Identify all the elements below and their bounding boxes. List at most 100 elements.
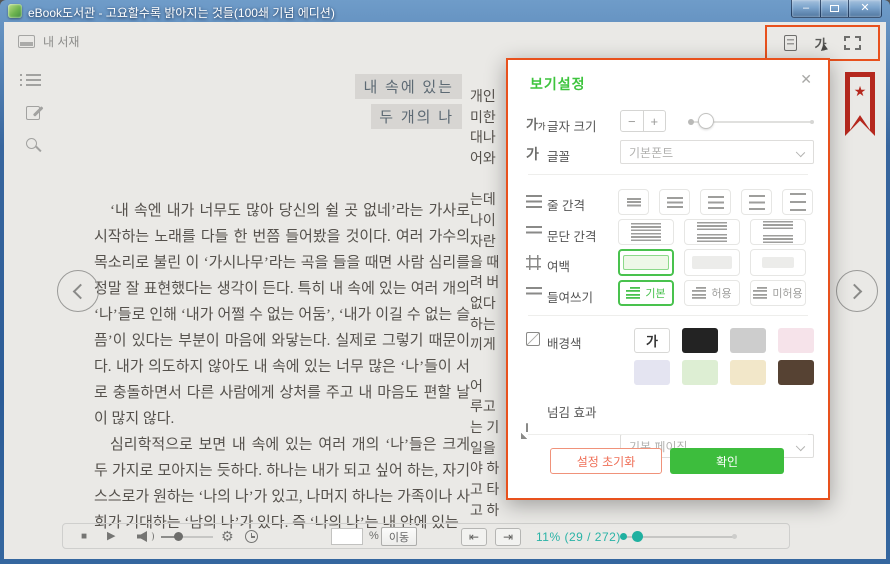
font-size-decrease-button[interactable]: −	[621, 111, 644, 131]
reset-settings-button[interactable]: 설정 초기화	[550, 448, 662, 474]
bg-swatch-black[interactable]	[682, 328, 718, 353]
jump-to-start-button[interactable]: ⇤	[461, 528, 487, 546]
confirm-button[interactable]: 확인	[670, 448, 784, 474]
clipped-text-line: 미한	[470, 109, 507, 130]
line-spacing-option-4[interactable]	[741, 189, 772, 215]
clipped-text-line: 어와	[470, 150, 507, 171]
margin-option-3[interactable]	[750, 249, 806, 276]
indent-label: 들여쓰기	[547, 287, 593, 306]
indent-option-allow[interactable]: 허용	[684, 280, 740, 306]
window-title: eBook도서관 - 고요할수록 밝아지는 것들(100쇄 기념 에디션)	[28, 4, 335, 21]
clipped-text-line: 자란	[470, 233, 507, 254]
tts-play-button[interactable]: ▶	[107, 529, 115, 542]
fullscreen-icon[interactable]	[844, 36, 861, 50]
annotation-icon[interactable]	[26, 106, 40, 120]
paragraph-spacing-glyph	[763, 221, 793, 243]
indent-option-default-selected[interactable]: 기본	[618, 280, 674, 306]
line-spacing-options	[618, 189, 824, 215]
gear-icon[interactable]: ⚙	[221, 528, 234, 545]
progress-end-dot	[732, 534, 737, 539]
chapter-title: 내 속에 있는 두 개의 나	[355, 74, 462, 134]
clipped-text-line: 하는	[470, 316, 507, 337]
paragraph-spacing-glyph	[631, 223, 661, 241]
progress-start-dot	[620, 533, 627, 540]
background-color-swatches: 가	[634, 328, 814, 385]
margin-option-2[interactable]	[684, 249, 740, 276]
jump-to-end-button[interactable]: ⇥	[495, 528, 521, 546]
clipped-text-line	[470, 357, 507, 378]
clipped-text-line: 일을	[470, 440, 507, 461]
font-size-slider-handle[interactable]	[698, 113, 714, 129]
my-library-button[interactable]: 내 서재	[18, 33, 79, 50]
clipped-text-line: 고 하	[470, 502, 507, 523]
view-settings-panel: 보기설정 ✕ 가가 글자 크기 − + 가 글꼴 기본폰트 줄 간격	[506, 58, 830, 500]
clipped-text-line: 루고	[470, 398, 507, 419]
line-spacing-glyph	[627, 198, 641, 207]
chapter-title-line2: 두 개의 나	[371, 104, 462, 129]
paragraph-spacing-icon	[526, 226, 542, 237]
bookmark-star-icon: ★	[845, 83, 875, 100]
paragraph-spacing-option-2[interactable]	[684, 219, 740, 245]
my-library-label: 내 서재	[43, 33, 79, 50]
bookmark-icon[interactable]: ★	[845, 72, 875, 136]
line-spacing-label: 줄 간격	[547, 195, 585, 214]
previous-page-button[interactable]	[57, 270, 99, 312]
titlebar[interactable]: eBook도서관 - 고요할수록 밝아지는 것들(100쇄 기념 에디션) – …	[0, 0, 890, 22]
bg-swatch-brown[interactable]	[778, 360, 814, 385]
indent-option-label: 기본	[645, 285, 665, 301]
font-size-increase-button[interactable]: +	[644, 111, 666, 131]
progress-slider-handle[interactable]	[632, 531, 643, 542]
font-family-icon: 가	[526, 144, 539, 164]
panel-close-icon[interactable]: ✕	[800, 71, 812, 88]
margin-option-1-selected[interactable]	[618, 249, 674, 276]
speaker-icon[interactable]	[137, 531, 147, 542]
margin-glyph	[692, 256, 732, 269]
indent-option-disallow[interactable]: 미허용	[750, 280, 806, 306]
next-page-button[interactable]	[836, 270, 878, 312]
line-spacing-option-3[interactable]	[700, 189, 731, 215]
line-spacing-option-2[interactable]	[659, 189, 690, 215]
indent-option-label: 허용	[711, 285, 731, 301]
bg-swatch-lavender[interactable]	[634, 360, 670, 385]
line-spacing-option-1[interactable]	[618, 189, 649, 215]
close-icon: ✕	[860, 3, 869, 14]
clipped-text-line: 을 때	[470, 254, 507, 275]
bottom-toolbar: ■ ▶ ⚙ % 이동 ⇤ ⇥ 11% (29 / 272)	[62, 523, 790, 549]
paragraph-spacing-option-3[interactable]	[750, 219, 806, 245]
line-spacing-icon	[526, 195, 542, 208]
bg-swatch-white[interactable]: 가	[634, 328, 670, 353]
line-spacing-option-5[interactable]	[782, 189, 813, 215]
chevron-left-icon	[73, 284, 89, 300]
tts-stop-button[interactable]: ■	[81, 531, 87, 542]
search-icon[interactable]	[26, 138, 37, 149]
close-button[interactable]: ✕	[849, 0, 882, 18]
minimize-button[interactable]: –	[791, 0, 820, 18]
paragraph-spacing-option-1[interactable]	[618, 219, 674, 245]
font-size-slider-start-dot	[688, 119, 694, 125]
background-color-label: 배경색	[547, 333, 582, 352]
divider	[528, 174, 808, 175]
volume-slider-handle[interactable]	[174, 532, 183, 541]
indent-option-label: 미허용	[772, 285, 802, 301]
font-size-icon: 가가	[526, 114, 545, 133]
font-size-slider-end-dot	[810, 120, 814, 124]
maximize-button[interactable]	[820, 0, 849, 18]
page-percent-input[interactable]	[331, 528, 363, 545]
view-settings-icon[interactable]	[784, 35, 797, 51]
table-of-contents-icon[interactable]	[26, 74, 41, 86]
goto-button[interactable]: 이동	[381, 527, 417, 546]
clock-icon[interactable]	[245, 530, 258, 543]
font-family-select[interactable]: 기본폰트	[620, 140, 814, 164]
font-family-label: 글꼴	[547, 146, 570, 165]
bg-swatch-pink[interactable]	[778, 328, 814, 353]
bg-swatch-beige[interactable]	[730, 360, 766, 385]
library-icon	[18, 35, 35, 48]
font-settings-icon[interactable]: 가	[815, 34, 827, 53]
percent-sign: %	[369, 530, 379, 542]
background-color-icon	[526, 332, 540, 346]
volume-slider-track[interactable]	[161, 536, 213, 538]
indent-glyph	[692, 287, 706, 299]
bg-swatch-gray[interactable]	[730, 328, 766, 353]
bg-swatch-green[interactable]	[682, 360, 718, 385]
chevron-right-icon	[847, 284, 863, 300]
